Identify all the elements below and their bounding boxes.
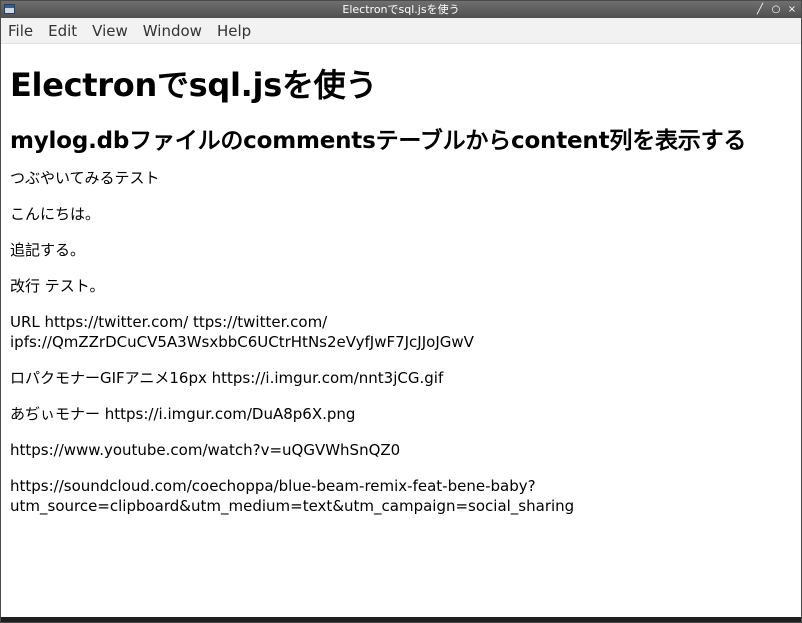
menu-view[interactable]: View — [92, 22, 128, 40]
comment-item: 追記する。 — [10, 241, 86, 259]
comment-item: 改行 テスト。 — [10, 277, 105, 295]
window-app-icon[interactable] — [4, 4, 15, 14]
page-content: Electronでsql.jsを使う mylog.dbファイルのcomments… — [1, 44, 801, 617]
comment-item: URL https://twitter.com/ ttps://twitter.… — [10, 313, 474, 351]
menu-file[interactable]: File — [8, 22, 33, 40]
window-bottom-border — [1, 617, 801, 622]
app-window: Electronでsql.jsを使う ╱ ○ × File Edit View … — [0, 0, 802, 623]
comment-item: ロパクモナーGIFアニメ16px https://i.imgur.com/nnt… — [10, 369, 444, 387]
maximize-icon[interactable]: ○ — [771, 4, 781, 16]
window-title: Electronでsql.jsを使う — [342, 3, 460, 16]
comment-item: https://soundcloud.com/coechoppa/blue-be… — [10, 477, 575, 515]
comments-list: つぶやいてみるテスト こんにちは。 追記する。 改行 テスト。 URL http… — [10, 168, 792, 516]
title-bar[interactable]: Electronでsql.jsを使う ╱ ○ × — [1, 1, 801, 18]
menu-bar: File Edit View Window Help — [1, 18, 801, 44]
comment-item: つぶやいてみるテスト — [10, 169, 160, 187]
close-icon[interactable]: × — [787, 4, 797, 16]
comment-item: https://www.youtube.com/watch?v=uQGVWhSn… — [10, 441, 401, 459]
minimize-icon[interactable]: ╱ — [755, 4, 765, 16]
page-subtitle: mylog.dbファイルのcommentsテーブルからcontent列を表示する — [10, 128, 747, 154]
window-controls: ╱ ○ × — [755, 1, 797, 18]
menu-help[interactable]: Help — [217, 22, 251, 40]
menu-window[interactable]: Window — [143, 22, 202, 40]
page-title: Electronでsql.jsを使う — [10, 66, 378, 104]
menu-edit[interactable]: Edit — [48, 22, 77, 40]
comment-item: あぢぃモナー https://i.imgur.com/DuA8p6X.png — [10, 405, 356, 423]
comment-item: こんにちは。 — [10, 205, 101, 223]
